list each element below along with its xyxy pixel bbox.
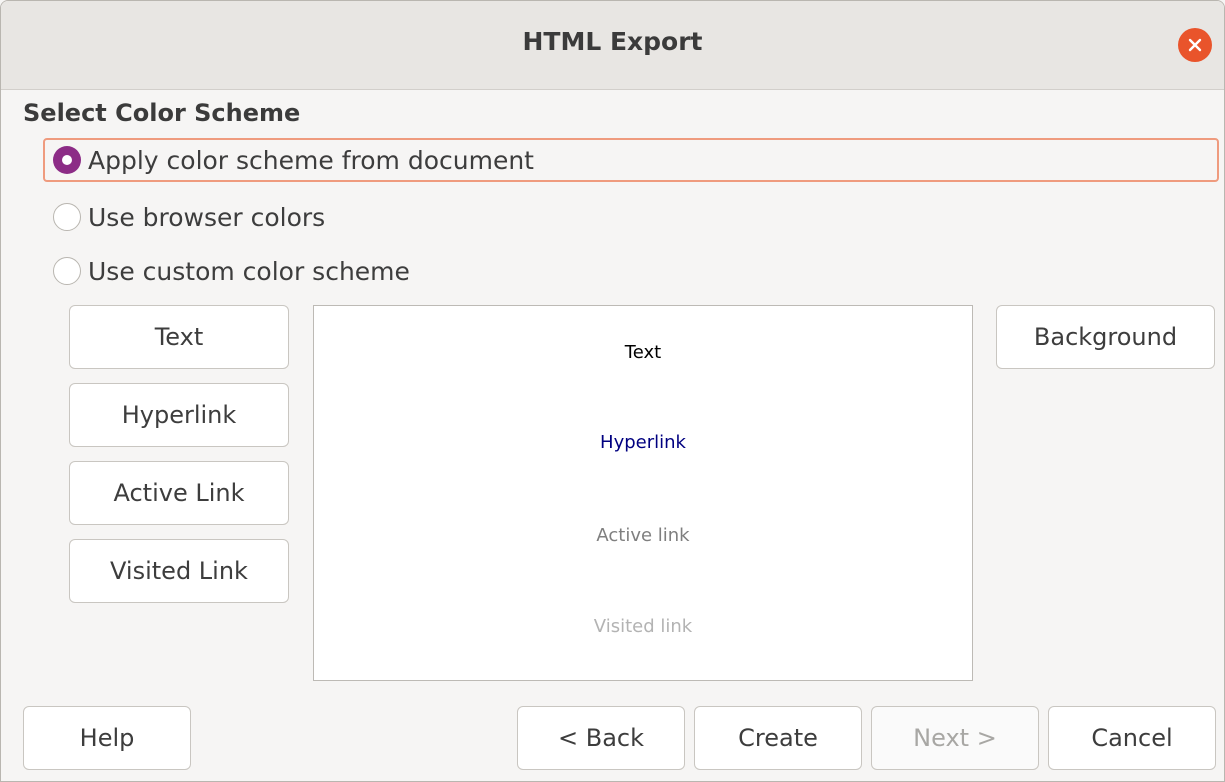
radio-label: Apply color scheme from document <box>88 145 534 175</box>
radio-custom-scheme[interactable]: Use custom color scheme <box>45 249 1219 293</box>
close-button[interactable] <box>1178 28 1212 62</box>
next-button[interactable]: Next > <box>871 706 1039 770</box>
radio-apply-document-scheme[interactable]: Apply color scheme from document <box>43 138 1219 182</box>
close-icon <box>1188 38 1202 52</box>
color-preview-panel: Text Hyperlink Active link Visited link <box>313 305 973 681</box>
radio-label: Use custom color scheme <box>88 256 410 286</box>
hyperlink-color-button[interactable]: Hyperlink <box>69 383 289 447</box>
html-export-dialog: HTML Export Select Color Scheme Apply co… <box>0 0 1225 782</box>
help-button[interactable]: Help <box>23 706 191 770</box>
radio-label: Use browser colors <box>88 202 326 232</box>
text-color-button[interactable]: Text <box>69 305 289 369</box>
back-button[interactable]: < Back <box>517 706 685 770</box>
background-color-button[interactable]: Background <box>996 305 1215 369</box>
preview-active-link: Active link <box>596 525 690 546</box>
section-heading: Select Color Scheme <box>23 99 301 127</box>
dialog-title: HTML Export <box>522 27 703 56</box>
preview-hyperlink: Hyperlink <box>600 432 686 453</box>
visited-link-color-button[interactable]: Visited Link <box>69 539 289 603</box>
title-bar: HTML Export <box>1 1 1224 90</box>
preview-visited-link: Visited link <box>593 616 693 637</box>
radio-indicator <box>53 203 81 231</box>
radio-browser-colors[interactable]: Use browser colors <box>45 195 1219 239</box>
radio-selected-indicator <box>53 146 81 174</box>
active-link-color-button[interactable]: Active Link <box>69 461 289 525</box>
cancel-button[interactable]: Cancel <box>1048 706 1216 770</box>
create-button[interactable]: Create <box>694 706 862 770</box>
radio-indicator <box>53 257 81 285</box>
preview-text: Text <box>624 342 662 363</box>
